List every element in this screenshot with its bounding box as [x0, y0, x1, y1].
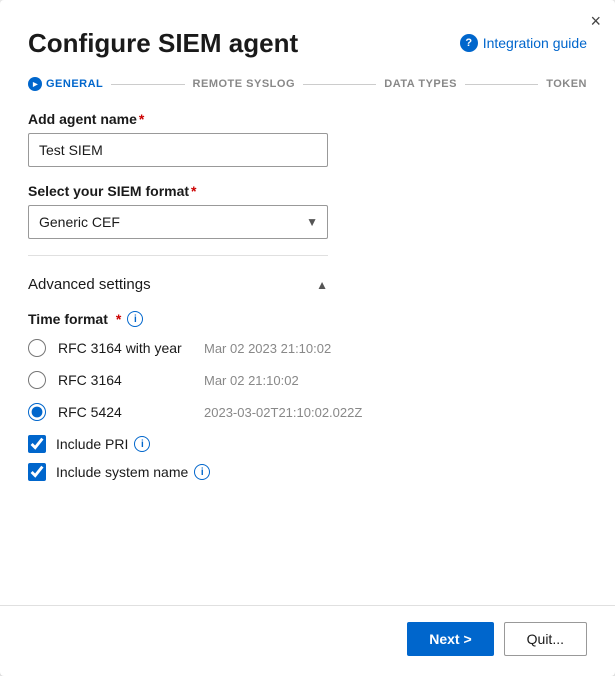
radio-label-rfc5424: RFC 5424 [58, 404, 188, 420]
radio-option-rfc3164: RFC 3164 Mar 02 21:10:02 [28, 371, 587, 389]
time-format-info-icon[interactable]: i [127, 311, 143, 327]
quit-button[interactable]: Quit... [504, 622, 587, 656]
siem-format-select[interactable]: Generic CEF Splunk QRadar ArcSight [28, 205, 328, 239]
step-remote-syslog[interactable]: REMOTE SYSLOG [193, 78, 295, 90]
checkbox-include-pri: Include PRI i [28, 435, 587, 453]
configure-siem-modal: × Configure SIEM agent ? Integration gui… [0, 0, 615, 676]
checkbox-pri-input[interactable] [28, 435, 46, 453]
checkbox-system-name-label: Include system name i [56, 464, 210, 480]
radio-example-rfc5424: 2023-03-02T21:10:02.022Z [204, 405, 362, 420]
agent-name-input[interactable] [28, 133, 328, 167]
integration-guide-label: Integration guide [483, 35, 587, 51]
modal-title: Configure SIEM agent [28, 28, 298, 59]
radio-rfc3164[interactable] [28, 371, 46, 389]
siem-format-select-wrapper: Generic CEF Splunk QRadar ArcSight ▼ [28, 205, 328, 239]
radio-rfc5424[interactable] [28, 403, 46, 421]
step-divider-2 [303, 84, 376, 85]
radio-label-rfc3164year: RFC 3164 with year [58, 340, 188, 356]
radio-label-rfc3164: RFC 3164 [58, 372, 188, 388]
radio-example-rfc3164: Mar 02 21:10:02 [204, 373, 299, 388]
checkbox-include-system-name: Include system name i [28, 463, 587, 481]
agent-name-label: Add agent name* [28, 111, 587, 127]
step-divider-1 [111, 84, 184, 85]
siem-format-group: Select your SIEM format* Generic CEF Spl… [28, 183, 587, 239]
step-general[interactable]: GENERAL [28, 77, 103, 91]
chevron-up-icon: ▲ [316, 278, 328, 292]
advanced-settings-label: Advanced settings [28, 276, 151, 293]
radio-example-rfc3164year: Mar 02 2023 21:10:02 [204, 341, 331, 356]
next-button[interactable]: Next > [407, 622, 493, 656]
radio-rfc3164year[interactable] [28, 339, 46, 357]
required-star: * [139, 111, 144, 127]
modal-header: Configure SIEM agent ? Integration guide [0, 0, 615, 59]
advanced-settings-content: Time format * i RFC 3164 with year Mar 0… [28, 311, 587, 481]
section-divider [28, 255, 328, 256]
step-divider-3 [465, 84, 538, 85]
radio-option-rfc5424: RFC 5424 2023-03-02T21:10:02.022Z [28, 403, 587, 421]
advanced-settings-toggle[interactable]: Advanced settings ▲ [28, 272, 328, 297]
integration-guide-link[interactable]: ? Integration guide [460, 34, 587, 52]
checkbox-pri-label: Include PRI i [56, 436, 150, 452]
include-pri-info-icon[interactable]: i [134, 436, 150, 452]
step-active-icon [28, 77, 42, 91]
help-circle-icon: ? [460, 34, 478, 52]
close-button[interactable]: × [590, 12, 601, 30]
step-token[interactable]: TOKEN [546, 78, 587, 90]
checkbox-system-name-input[interactable] [28, 463, 46, 481]
time-format-label: Time format * i [28, 311, 587, 327]
agent-name-group: Add agent name* [28, 111, 587, 167]
siem-format-label: Select your SIEM format* [28, 183, 587, 199]
wizard-steps: GENERAL REMOTE SYSLOG DATA TYPES TOKEN [0, 59, 615, 91]
modal-body: Add agent name* Select your SIEM format*… [0, 91, 615, 605]
include-system-name-info-icon[interactable]: i [194, 464, 210, 480]
modal-footer: Next > Quit... [0, 605, 615, 676]
radio-option-rfc3164year: RFC 3164 with year Mar 02 2023 21:10:02 [28, 339, 587, 357]
step-data-types[interactable]: DATA TYPES [384, 78, 457, 90]
required-star-2: * [191, 183, 196, 199]
time-format-required: * [116, 311, 121, 327]
